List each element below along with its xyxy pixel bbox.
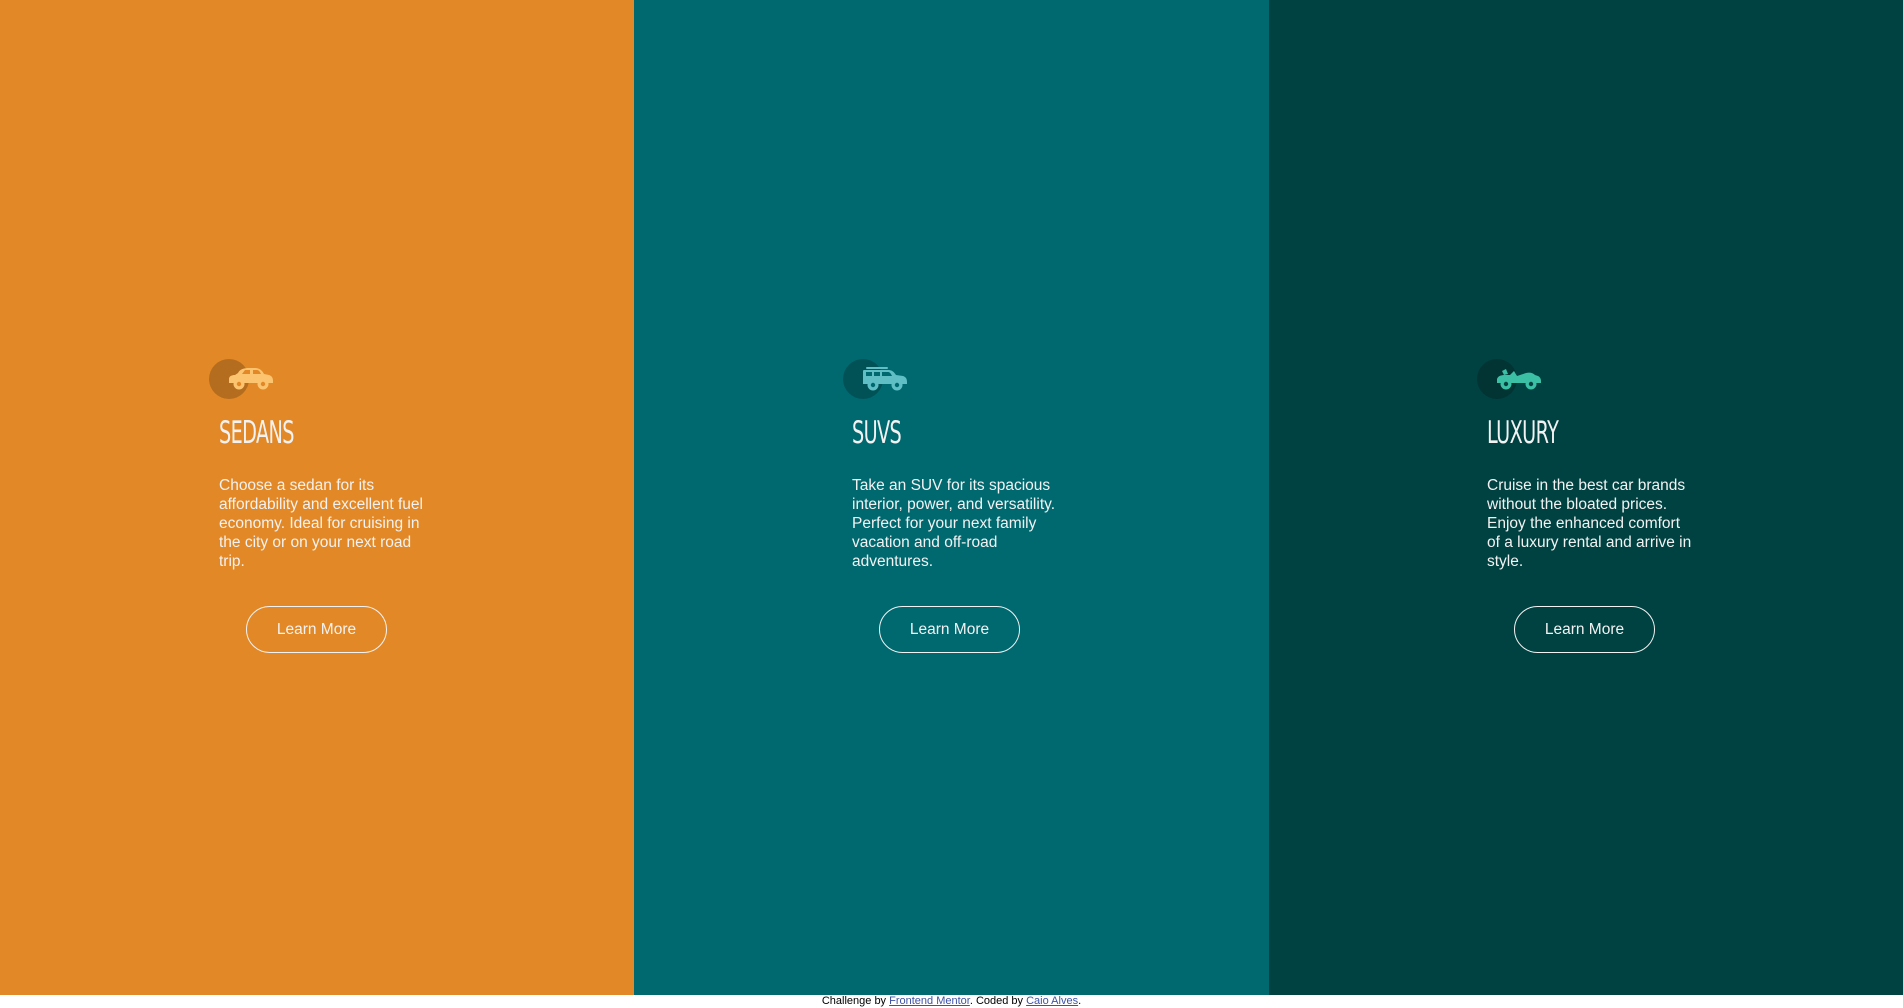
card-title: Luxury (1487, 415, 1559, 451)
page: Sedans Choose a sedan for its affordabil… (0, 0, 1903, 1008)
learn-more-button-sedans[interactable]: Learn More (246, 606, 387, 653)
card-title: SUVs (852, 415, 902, 451)
learn-more-button-luxury[interactable]: Learn More (1514, 606, 1655, 653)
card-description: Take an SUV for its spacious interior, p… (852, 477, 1056, 570)
card-description: Choose a sedan for its affordability and… (219, 477, 423, 570)
card-description: Cruise in the best car brands without th… (1487, 477, 1692, 570)
card-title: Sedans (219, 415, 294, 451)
card-sedans: Sedans Choose a sedan for its affordabil… (0, 0, 634, 995)
footer-middle: . Coded by (969, 995, 1027, 1007)
suv-car-icon (863, 367, 907, 391)
card-luxury: Luxury Cruise in the best car brands wit… (1269, 0, 1903, 995)
card-luxury-icon-wrap (1477, 359, 1557, 401)
card-suvs: SUVs Take an SUV for its spacious interi… (634, 0, 1269, 995)
author-link[interactable]: Caio Alves (1026, 995, 1078, 1007)
footer-suffix: . (1078, 995, 1082, 1007)
attribution-footer: Challenge by Frontend Mentor. Coded by C… (0, 995, 1903, 1008)
luxury-car-icon (1497, 369, 1541, 390)
learn-more-button-suvs[interactable]: Learn More (879, 606, 1020, 653)
card-suvs-icon-wrap (843, 359, 923, 401)
card-grid: Sedans Choose a sedan for its affordabil… (0, 0, 1903, 995)
footer-prefix: Challenge by (821, 995, 890, 1007)
frontend-mentor-link[interactable]: Frontend Mentor (889, 995, 970, 1007)
sedan-car-icon (229, 368, 273, 390)
card-sedans-icon-wrap (209, 359, 289, 401)
